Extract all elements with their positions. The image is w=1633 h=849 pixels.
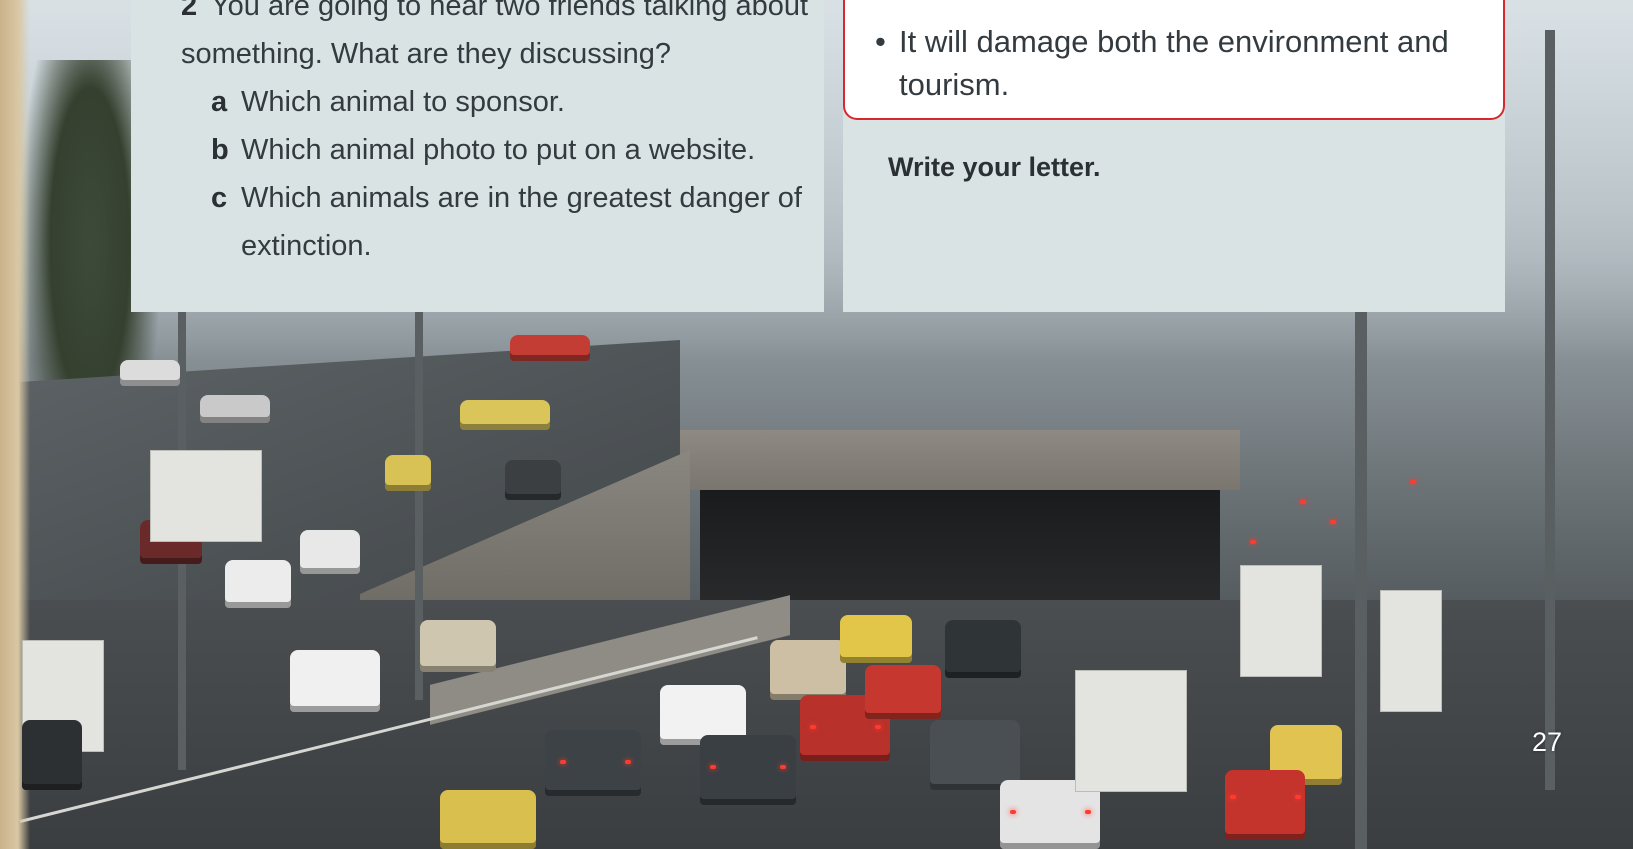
car: [865, 665, 941, 719]
answer-options: a Which animal to sponsor. b Which anima…: [181, 78, 811, 270]
car: [440, 790, 536, 849]
car: [385, 455, 431, 491]
question-text: You are going to hear two friends talkin…: [181, 0, 809, 70]
option-text: Which animal photo to put on a website.: [241, 134, 756, 166]
car: [1225, 770, 1305, 840]
truck: [1380, 590, 1442, 712]
car: [505, 460, 561, 500]
question-panel: 2 You are going to hear two friends talki…: [131, 0, 824, 312]
car: [120, 360, 180, 386]
option-c: c Which animals are in the greatest dang…: [211, 174, 811, 270]
car: [300, 530, 360, 574]
brake-light: [710, 765, 716, 769]
brake-light: [1410, 480, 1416, 484]
brake-light: [1010, 810, 1016, 814]
listening-question: 2 You are going to hear two friends talki…: [181, 0, 811, 270]
brake-light: [1230, 795, 1236, 799]
option-letter: a: [211, 86, 228, 118]
brake-light: [625, 760, 631, 764]
brake-light: [875, 725, 881, 729]
notes-box: • It will damage both the environment an…: [843, 0, 1505, 120]
car: [460, 400, 550, 430]
note-text: It will damage both the environment and …: [899, 24, 1449, 102]
brake-light: [560, 760, 566, 764]
truck: [1075, 670, 1187, 792]
question-number: 2: [181, 0, 198, 22]
car: [700, 735, 796, 805]
writing-instruction: Write your letter.: [888, 152, 1101, 182]
car: [420, 620, 496, 672]
page-number: 27: [1532, 727, 1563, 757]
option-letter: b: [211, 134, 229, 166]
writing-panel: • It will damage both the environment an…: [843, 0, 1505, 312]
car: [290, 650, 380, 712]
truck: [1240, 565, 1322, 677]
car: [770, 640, 846, 700]
light-pole: [1355, 300, 1367, 849]
brake-light: [1300, 500, 1306, 504]
brake-light: [1250, 540, 1256, 544]
brake-light: [780, 765, 786, 769]
bullet-point: •: [875, 24, 886, 59]
car: [945, 620, 1021, 678]
option-a: a Which animal to sponsor.: [211, 78, 811, 126]
car: [510, 335, 590, 361]
light-pole: [1545, 30, 1555, 790]
brake-light: [810, 725, 816, 729]
truck: [150, 450, 262, 542]
brake-light: [1330, 520, 1336, 524]
brake-light: [1085, 810, 1091, 814]
option-b: b Which animal photo to put on a website…: [211, 126, 811, 174]
brake-light: [1295, 795, 1301, 799]
bridge: [680, 430, 1240, 490]
car: [840, 615, 912, 663]
car: [22, 720, 82, 790]
car: [200, 395, 270, 423]
option-text: Which animal to sponsor.: [241, 86, 565, 118]
option-text: Which animals are in the greatest danger…: [241, 182, 802, 262]
car: [225, 560, 291, 608]
option-letter: c: [211, 182, 228, 214]
